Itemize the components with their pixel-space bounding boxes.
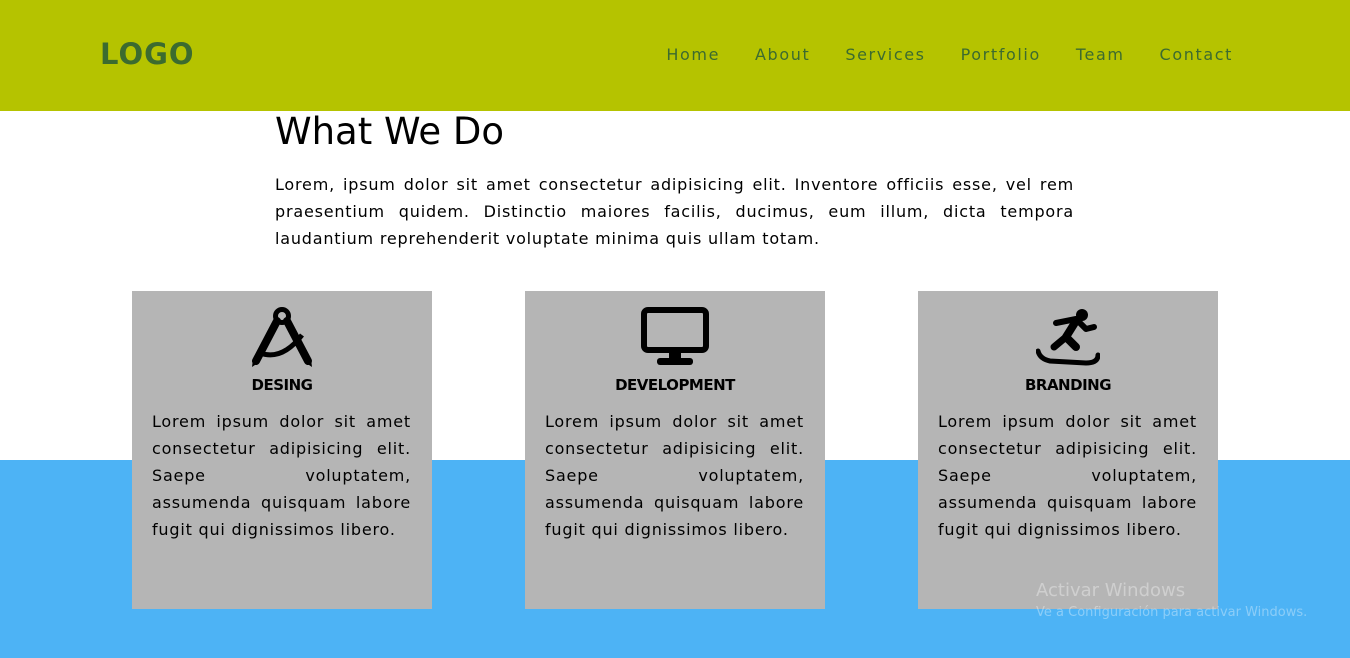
main-nav: Home About Services Portfolio Team Conta… [631, 45, 1233, 65]
desktop-monitor-icon [525, 307, 825, 369]
logo[interactable]: LOGO [100, 36, 195, 72]
watermark-title: Activar Windows [1036, 580, 1186, 601]
card-text: Lorem ipsum dolor sit amet consectetur a… [545, 412, 804, 539]
nav-services[interactable]: Services [845, 45, 925, 65]
service-card-development: DEVELOPMENT Lorem ipsum dolor sit amet c… [525, 291, 825, 609]
watermark-subtitle: Ve a Configuración para activar Windows. [1036, 605, 1308, 620]
nav-portfolio[interactable]: Portfolio [961, 45, 1041, 65]
service-card-design: DESING Lorem ipsum dolor sit amet consec… [132, 291, 432, 609]
card-title: DEVELOPMENT [615, 376, 735, 394]
card-title: BRANDING [1024, 376, 1112, 394]
windows-activation-watermark: Activar Windows Ve a Configuración para … [1036, 580, 1307, 622]
nav-home[interactable]: Home [666, 45, 720, 65]
card-title: DESING [251, 376, 313, 394]
section-title: What We Do [275, 110, 505, 153]
drafting-compass-icon [132, 307, 432, 369]
card-text: Lorem ipsum dolor sit amet consectetur a… [938, 412, 1197, 539]
service-card-branding: BRANDING Lorem ipsum dolor sit amet cons… [918, 291, 1218, 609]
card-text: Lorem ipsum dolor sit amet consectetur a… [152, 412, 411, 539]
snowboarder-icon [918, 307, 1218, 369]
site-header: LOGO Home About Services Portfolio Team … [0, 0, 1350, 111]
nav-about[interactable]: About [755, 45, 810, 65]
nav-team[interactable]: Team [1076, 45, 1125, 65]
nav-contact[interactable]: Contact [1160, 45, 1233, 65]
section-description: Lorem, ipsum dolor sit amet consectetur … [275, 175, 1074, 248]
